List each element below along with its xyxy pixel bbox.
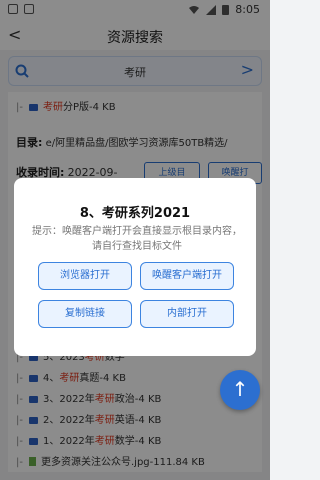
scroll-top-button[interactable]: ↑ [220,370,260,410]
wake-client-open-button[interactable]: 唤醒客户端打开 [140,262,234,290]
copy-link-button[interactable]: 复制链接 [38,300,132,328]
dialog-title: 8、考研系列2021 [79,206,191,221]
open-options-dialog: 8、考研系列2021 提示：唤醒客户端打开会直接显示根目录内容，请自行查找目标文… [14,178,256,356]
arrow-up-icon: ↑ [231,377,249,401]
internal-open-button[interactable]: 内部打开 [140,300,234,328]
dialog-message: 提示：唤醒客户端打开会直接显示根目录内容，请自行查找目标文件 [32,226,242,252]
browser-open-button[interactable]: 浏览器打开 [38,262,132,290]
